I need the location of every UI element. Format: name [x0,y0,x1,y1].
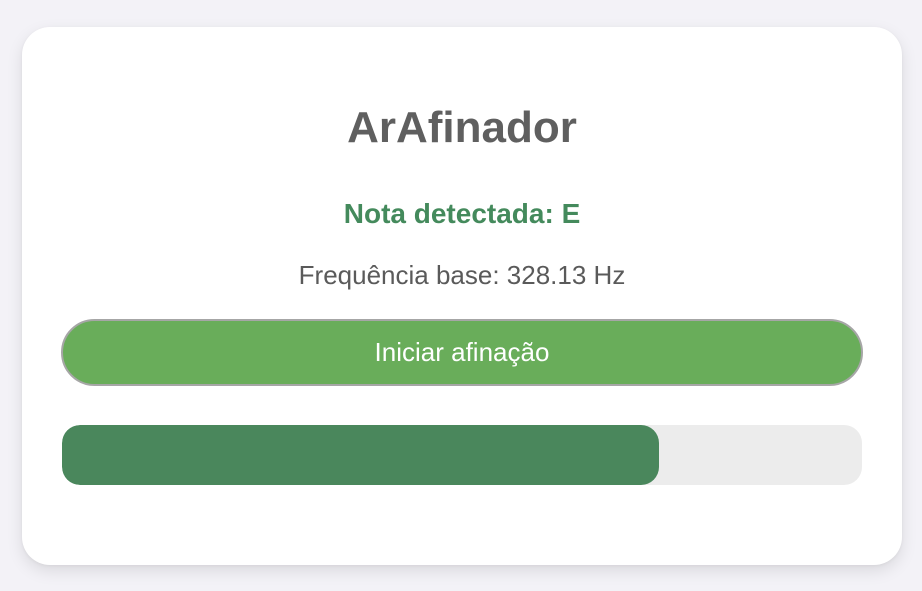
tuner-card: ArAfinador Nota detectada: E Frequência … [22,27,902,565]
detected-note: Nota detectada: E [343,198,581,229]
base-frequency: Frequência base: 328.13 Hz [298,260,626,290]
start-tuning-button[interactable]: Iniciar afinação [61,319,863,386]
tuning-progress-fill [62,425,659,485]
tuning-progress-bar [62,425,862,485]
app-title: ArAfinador [347,103,577,152]
